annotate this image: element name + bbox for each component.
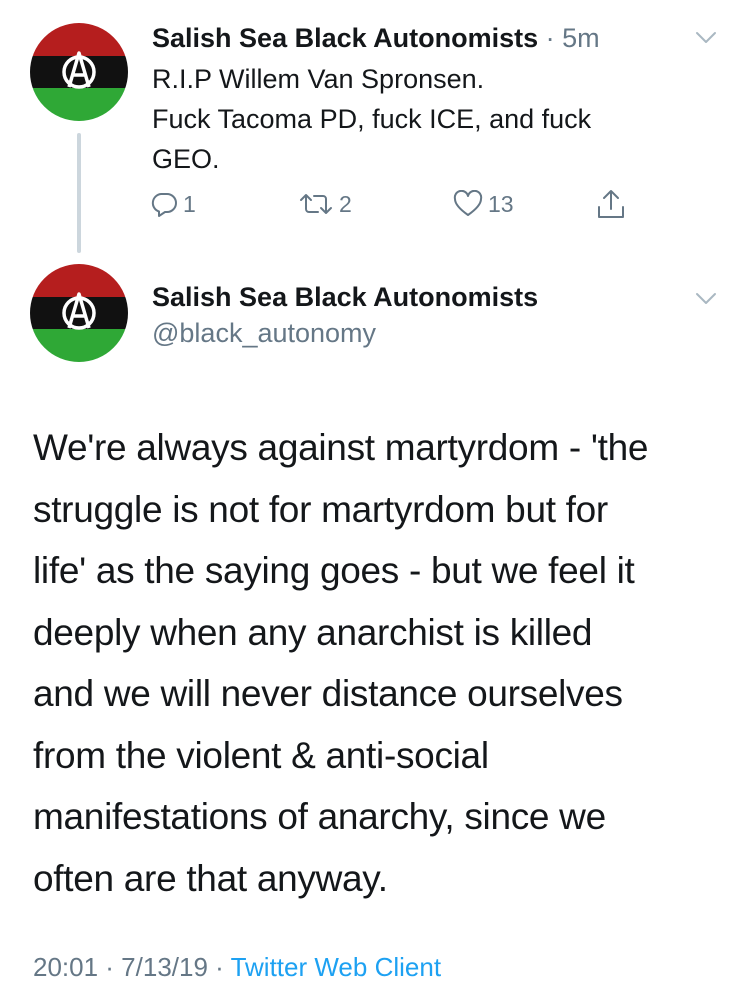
tweet2-text-line: manifestations of anarchy, since we [33, 796, 606, 837]
tweet2-text-line: struggle is not for martyrdom but for [33, 488, 608, 530]
avatar[interactable] [30, 264, 128, 362]
tweet1-time[interactable]: 5m [562, 23, 600, 53]
tweet2-text: We're always against martyrdom - 'the st… [33, 417, 733, 909]
pan-african-anarchy-avatar [30, 23, 128, 121]
tweet1-text-line: R.I.P Willem Van Spronsen. [152, 64, 485, 94]
chevron-down-icon[interactable] [693, 285, 719, 311]
tweet2-text-line: from the violent & anti-social [33, 734, 489, 776]
tweet2-timestamp[interactable]: 20:01 · 7/13/19 · [33, 952, 231, 982]
thread-connector-line [77, 133, 81, 253]
tweet2-display-name[interactable]: Salish Sea Black Autonomists [152, 280, 538, 314]
reply-button[interactable]: 1 [150, 186, 196, 222]
retweet-button[interactable]: 2 [298, 186, 352, 222]
tweet2-client-link[interactable]: Twitter Web Client [231, 952, 441, 982]
tweet1-header: Salish Sea Black Autonomists · 5m [152, 21, 600, 55]
share-button[interactable] [596, 186, 626, 222]
retweet-count: 2 [339, 190, 352, 217]
avatar[interactable] [30, 23, 128, 121]
like-count: 13 [488, 190, 514, 217]
tweet1-text-line: GEO. [152, 144, 220, 174]
like-button[interactable]: 13 [453, 186, 514, 222]
tweet2-text-line: often are that anyway. [33, 857, 388, 899]
tweet1-text-line: Fuck Tacoma PD, fuck ICE, and fuck [152, 104, 592, 134]
tweet2-handle[interactable]: @black_autonomy [152, 316, 376, 350]
heart-icon [453, 190, 483, 218]
tweet1-text: R.I.P Willem Van Spronsen. Fuck Tacoma P… [152, 59, 672, 179]
separator-dot: · [545, 23, 555, 53]
tweet2-text-line: We're always against martyrdom - 'the [33, 427, 649, 468]
tweet1-action-bar: 1 2 13 [150, 186, 650, 222]
tweet2-text-line: life' as the saying goes - but we feel i… [33, 550, 635, 591]
retweet-icon [298, 190, 334, 218]
reply-count: 1 [183, 190, 196, 217]
reply-icon [150, 190, 178, 218]
pan-african-anarchy-avatar [30, 264, 128, 362]
tweet2-text-line: and we will never distance ourselves [33, 673, 623, 714]
tweet2-text-line: deeply when any anarchist is killed [33, 611, 593, 653]
tweet2-meta: 20:01 · 7/13/19 · Twitter Web Client [33, 950, 441, 984]
share-icon [596, 188, 626, 220]
tweet1-display-name[interactable]: Salish Sea Black Autonomists [152, 23, 538, 53]
chevron-down-icon[interactable] [693, 24, 719, 50]
